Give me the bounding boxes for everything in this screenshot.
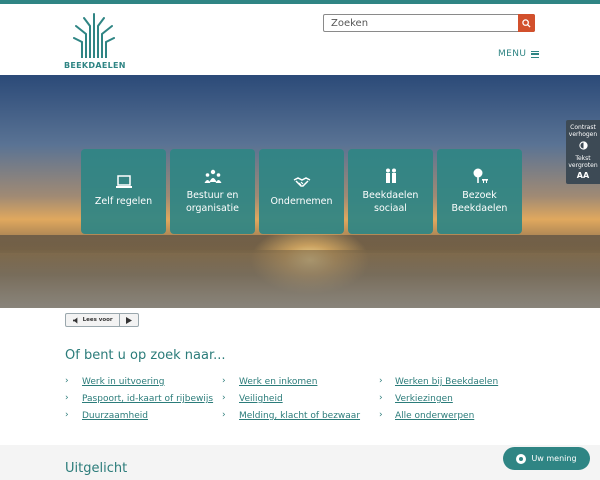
link-werk-in-uitvoering[interactable]: Werk in uitvoering <box>82 377 164 387</box>
family-icon <box>385 168 396 184</box>
text-size-button[interactable]: Tekst vergroten AA <box>566 155 600 180</box>
chevron-right-icon: › <box>379 393 383 403</box>
tile-label: Ondernemen <box>270 196 333 208</box>
play-button[interactable] <box>120 314 138 326</box>
tile-ondernemen[interactable]: Ondernemen <box>259 149 344 234</box>
chat-icon <box>516 453 527 464</box>
chevron-right-icon: › <box>379 376 383 386</box>
handshake-icon <box>293 177 310 188</box>
chevron-right-icon: › <box>65 393 69 403</box>
section-title: Of bent u op zoek naar... <box>65 348 226 363</box>
tile-bezoek-beekdaelen[interactable]: Bezoek Beekdaelen <box>437 149 522 234</box>
play-icon <box>126 316 133 324</box>
site-header: BEEKDAELEN MENU <box>0 4 600 75</box>
tile-label: Beekdaelen sociaal <box>362 190 419 214</box>
feedback-label: Uw mening <box>531 454 577 463</box>
text-size-icon: AA <box>576 171 590 180</box>
read-aloud-button[interactable]: Lees voor <box>66 314 121 326</box>
hero-field <box>0 250 600 308</box>
tile-label: Bestuur en organisatie <box>185 190 240 214</box>
chevron-right-icon: › <box>222 410 226 420</box>
accessibility-toolbar: Contrast verhogen Tekst vergroten AA <box>566 120 600 184</box>
search-box <box>323 14 535 32</box>
chevron-right-icon: › <box>222 376 226 386</box>
highlight-title: Uitgelicht <box>65 461 128 476</box>
link-melding-klacht[interactable]: Melding, klacht of bezwaar <box>239 411 360 421</box>
laptop-icon <box>115 175 132 189</box>
logo[interactable]: BEEKDAELEN <box>64 12 126 72</box>
chevron-right-icon: › <box>65 410 69 420</box>
menu-label: MENU <box>498 49 527 59</box>
chevron-right-icon: › <box>379 410 383 420</box>
logo-tree-icon <box>73 13 115 58</box>
tree-icon <box>473 168 488 184</box>
search-input[interactable] <box>324 15 518 31</box>
search-icon <box>522 18 531 28</box>
link-alle-onderwerpen[interactable]: Alle onderwerpen <box>395 411 474 421</box>
contrast-icon <box>578 141 588 150</box>
read-aloud-label: Lees voor <box>82 317 113 323</box>
contrast-button[interactable]: Contrast verhogen <box>566 124 600 150</box>
speaker-icon <box>72 316 77 324</box>
tile-beekdaelen-sociaal[interactable]: Beekdaelen sociaal <box>348 149 433 234</box>
link-verkiezingen[interactable]: Verkiezingen <box>395 394 453 404</box>
link-paspoort[interactable]: Paspoort, id-kaart of rijbewijs <box>82 394 213 404</box>
tile-bestuur-en-organisatie[interactable]: Bestuur en organisatie <box>170 149 255 234</box>
hamburger-icon <box>531 50 540 58</box>
menu-button[interactable]: MENU <box>498 49 540 59</box>
link-duurzaamheid[interactable]: Duurzaamheid <box>82 411 148 421</box>
feedback-button[interactable]: Uw mening <box>503 447 590 470</box>
text-size-label: Tekst vergroten <box>568 155 598 169</box>
people-icon <box>204 169 221 184</box>
logo-text: BEEKDAELEN <box>64 61 126 70</box>
tile-zelf-regelen[interactable]: Zelf regelen <box>81 149 166 234</box>
link-werken-bij[interactable]: Werken bij Beekdaelen <box>395 377 498 387</box>
link-werk-en-inkomen[interactable]: Werk en inkomen <box>239 377 317 387</box>
chevron-right-icon: › <box>222 393 226 403</box>
tile-label: Zelf regelen <box>94 196 153 208</box>
contrast-label: Contrast verhogen <box>568 124 598 138</box>
hero-tiles: Zelf regelen Bestuur en organisatie Onde… <box>81 149 522 234</box>
search-button[interactable] <box>518 14 535 32</box>
readspeaker-widget: Lees voor <box>65 313 139 327</box>
tile-label: Bezoek Beekdaelen <box>451 190 508 214</box>
link-veiligheid[interactable]: Veiligheid <box>239 394 283 404</box>
chevron-right-icon: › <box>65 376 69 386</box>
